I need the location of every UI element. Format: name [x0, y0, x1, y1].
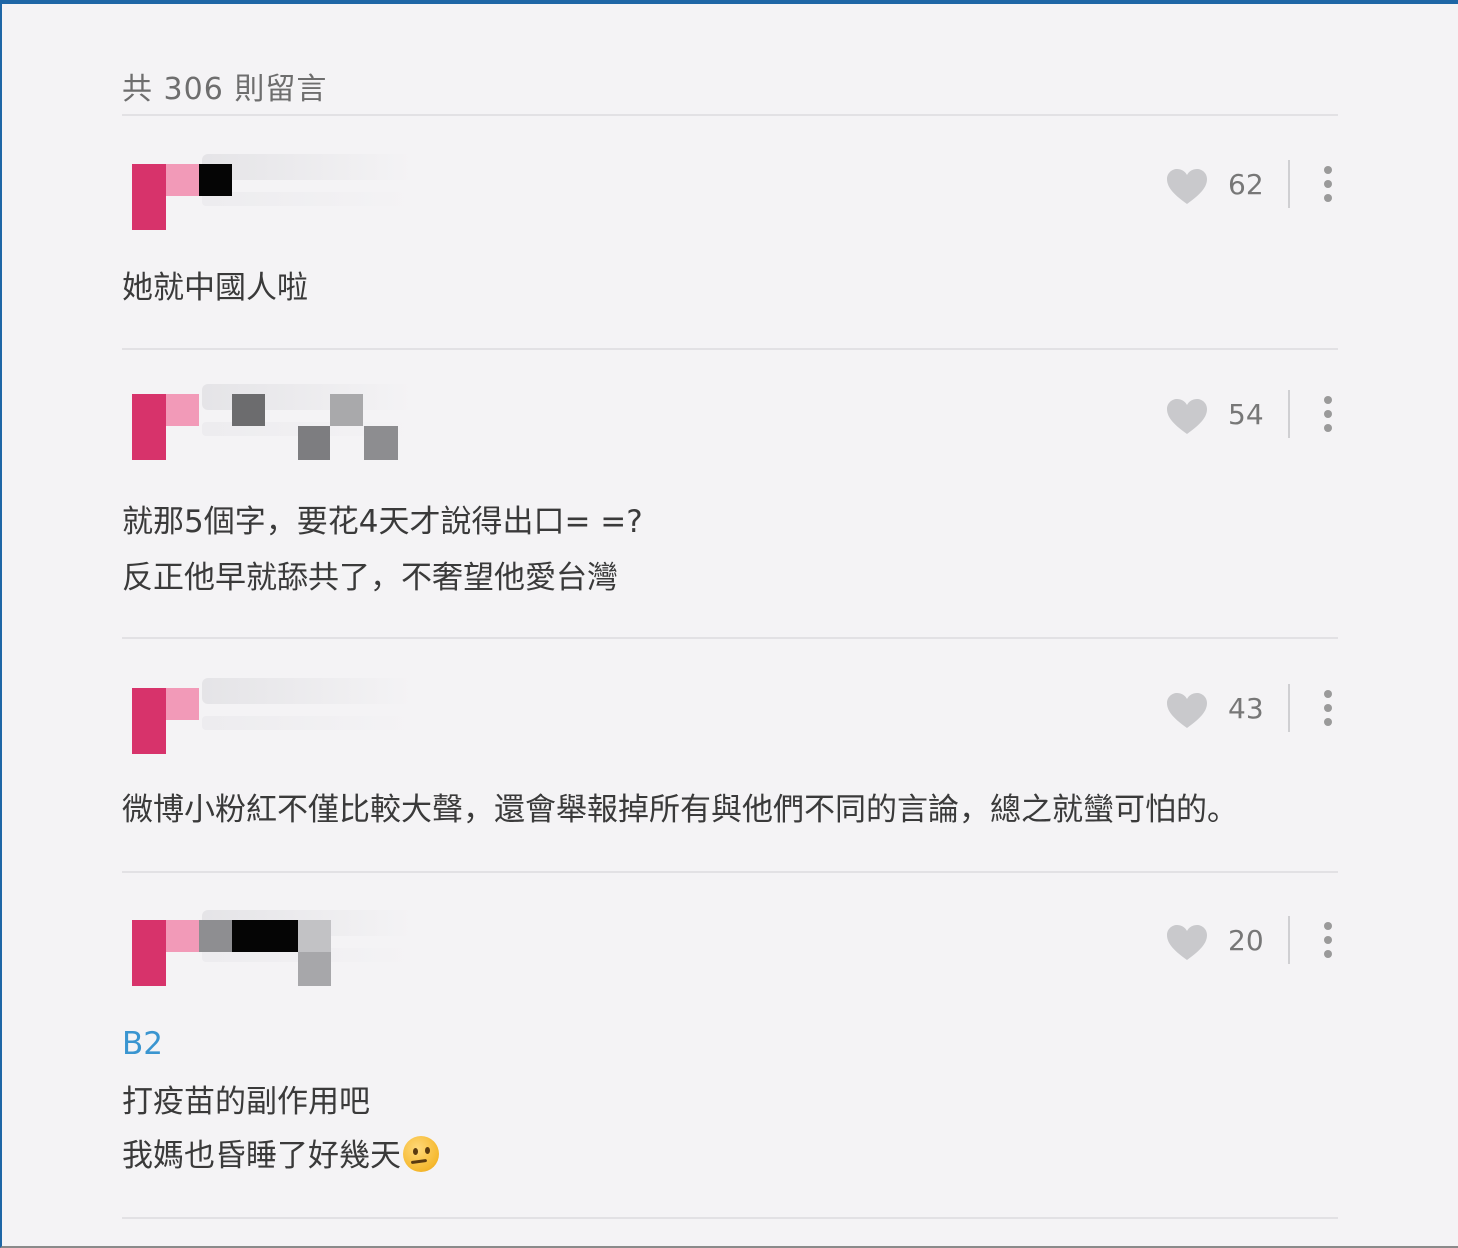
comment-actions: 43 [1138, 684, 1338, 736]
thinking-face-emoji-icon [403, 1136, 439, 1172]
comment-actions: 20 [1138, 916, 1338, 968]
like-count: 62 [1228, 168, 1264, 201]
comment-text: 她就中國人啦 [122, 270, 308, 306]
like-count: 20 [1228, 924, 1264, 957]
separator [1288, 916, 1290, 964]
like-count: 43 [1228, 692, 1264, 725]
comment-text-line: 我媽也昏睡了好幾天 [122, 1128, 439, 1184]
separator [1288, 684, 1290, 732]
author-avatar-pixelated[interactable] [132, 910, 412, 986]
divider [122, 871, 1338, 873]
author-avatar-pixelated[interactable] [132, 678, 412, 754]
divider [122, 637, 1338, 639]
comment-text: 反正他早就舔共了，不奢望他愛台灣 [122, 560, 618, 596]
heart-icon[interactable] [1166, 924, 1208, 962]
divider [122, 1217, 1338, 1219]
separator [1288, 160, 1290, 208]
separator [1288, 390, 1290, 438]
more-vertical-icon[interactable] [1322, 920, 1334, 958]
divider [122, 348, 1338, 350]
author-avatar-pixelated[interactable] [132, 384, 412, 460]
author-avatar-pixelated[interactable] [132, 154, 412, 230]
reply-mention-link[interactable]: B2 [122, 1026, 163, 1062]
heart-icon[interactable] [1166, 398, 1208, 436]
heart-icon[interactable] [1166, 168, 1208, 206]
more-vertical-icon[interactable] [1322, 394, 1334, 432]
comment-text: 我媽也昏睡了好幾天 [122, 1138, 401, 1174]
comment-actions: 54 [1138, 390, 1338, 442]
more-vertical-icon[interactable] [1322, 688, 1334, 726]
comment-text: 微博小粉紅不僅比較大聲，還會舉報掉所有與他們不同的言論，總之就蠻可怕的。 [122, 792, 1238, 828]
comment-text: 打疫苗的副作用吧 [122, 1084, 370, 1120]
more-vertical-icon[interactable] [1322, 164, 1334, 202]
divider [122, 114, 1338, 116]
comments-count-title: 共 306 則留言 [122, 72, 328, 107]
comment-text: 就那5個字，要花4天才說得出口= =? [122, 504, 643, 540]
comment-actions: 62 [1138, 160, 1338, 212]
heart-icon[interactable] [1166, 692, 1208, 730]
like-count: 54 [1228, 398, 1264, 431]
